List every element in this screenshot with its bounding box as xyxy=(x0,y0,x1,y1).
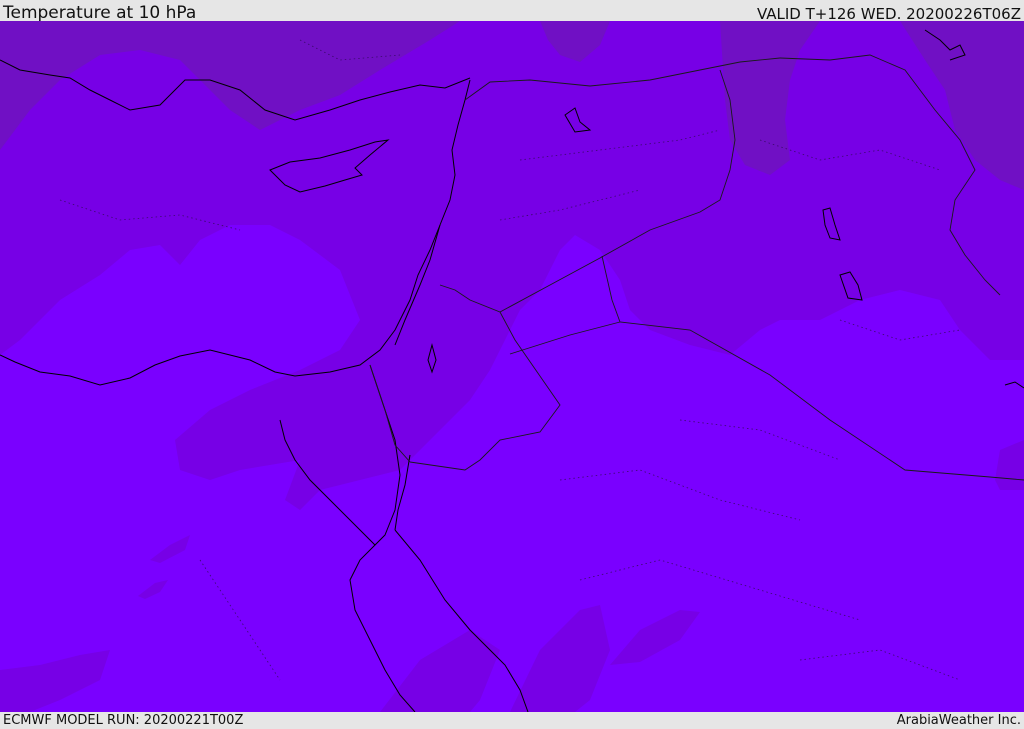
header-bar: Temperature at 10 hPa VALID T+126 WED. 2… xyxy=(0,0,1024,23)
map-canvas xyxy=(0,21,1024,712)
footer-bar: ECMWF MODEL RUN: 20200221T00Z ArabiaWeat… xyxy=(0,712,1024,729)
credit-label: ArabiaWeather Inc. xyxy=(896,713,1021,728)
weather-map[interactable] xyxy=(0,21,1024,712)
model-run: ECMWF MODEL RUN: 20200221T00Z xyxy=(3,713,244,728)
valid-time: VALID T+126 WED. 20200226T06Z xyxy=(756,5,1021,23)
map-title: Temperature at 10 hPa xyxy=(3,3,197,23)
